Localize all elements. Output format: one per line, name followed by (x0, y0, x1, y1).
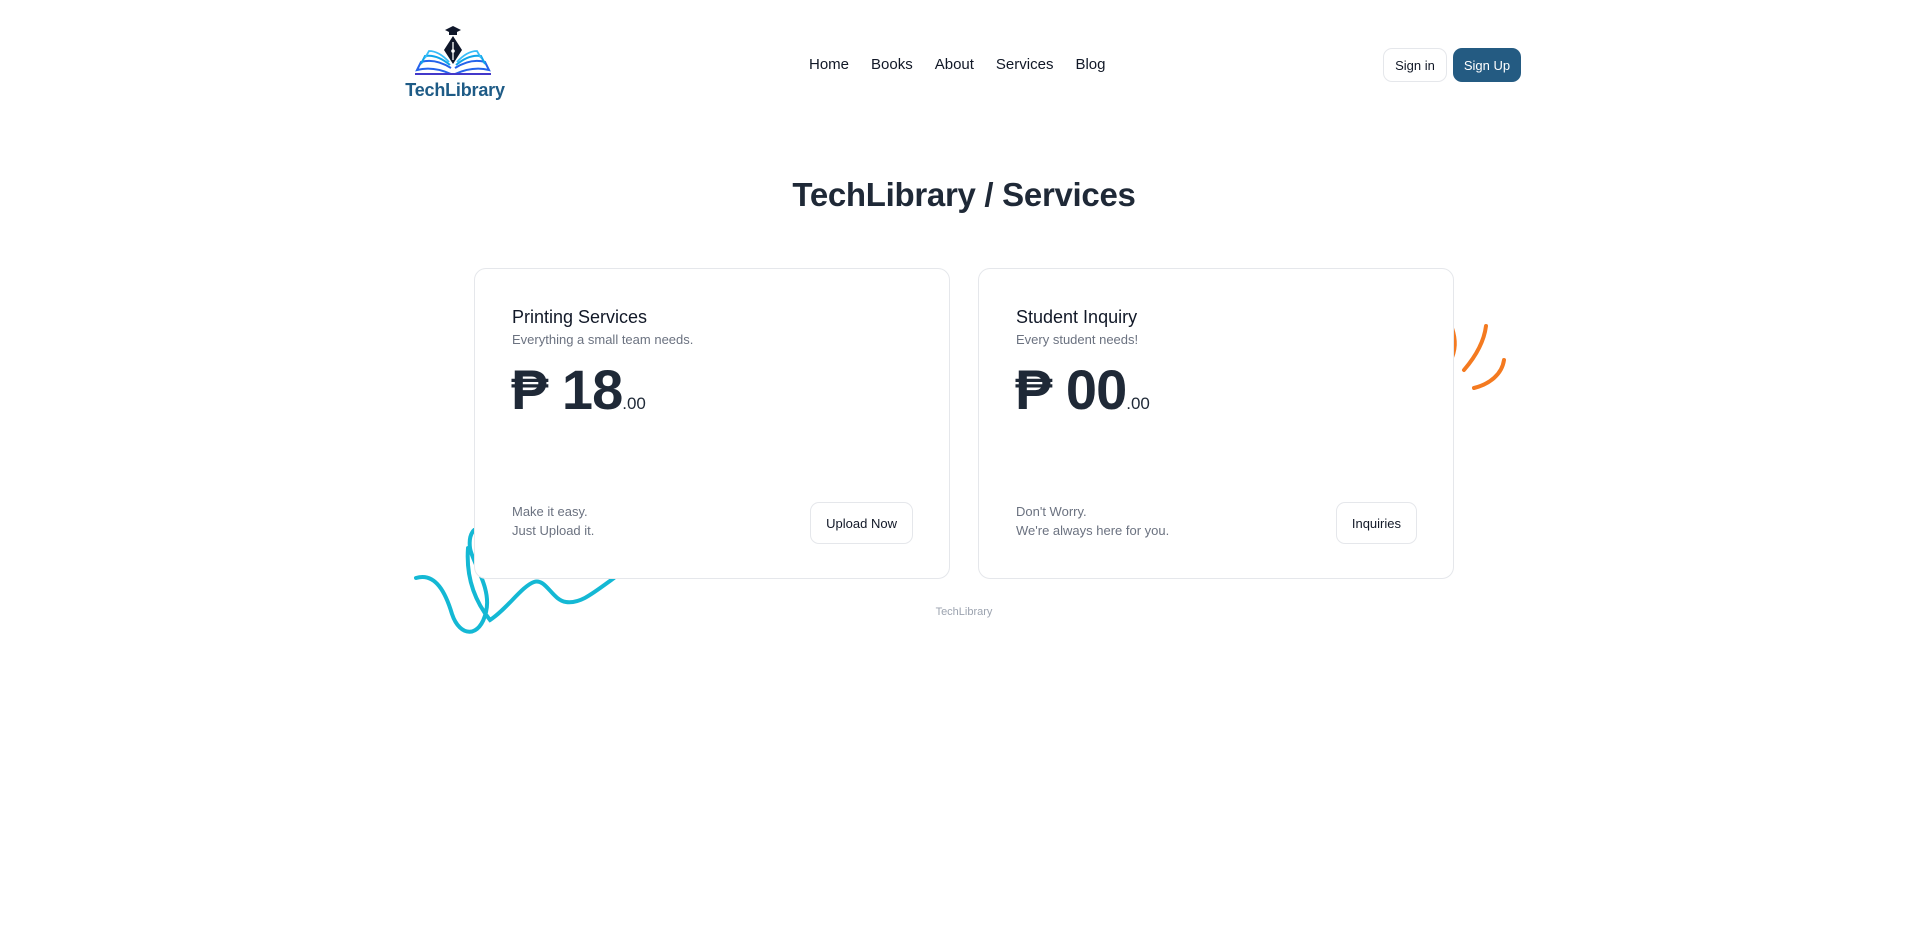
card-title: Student Inquiry (1016, 307, 1138, 327)
card-price: ₱ 00.00 (1015, 359, 1150, 421)
card-note-line: We're always here for you. (1016, 523, 1170, 538)
price-spacer (1051, 358, 1066, 421)
card-note-line: Just Upload it. (512, 523, 595, 538)
footer-text: TechLibrary (935, 606, 993, 618)
sign-in-button[interactable]: Sign in (1383, 48, 1447, 82)
card-subtitle: Every student needs! (1016, 332, 1139, 347)
price-cents: .00 (1126, 394, 1150, 413)
card-note: Don't Worry. We're always here for you. (1016, 502, 1169, 540)
nav-about[interactable]: About (935, 54, 974, 76)
orange-sparkle-decoration (1448, 324, 1506, 390)
inquiries-button[interactable]: Inquiries (1335, 502, 1417, 544)
nav-books[interactable]: Books (871, 54, 913, 76)
logo-link[interactable]: TechLibrary (405, 24, 505, 104)
logo-text: TechLibrary (405, 80, 505, 100)
price-currency: ₱ (511, 358, 548, 421)
upload-now-button[interactable]: Upload Now (810, 502, 913, 544)
card-price: ₱ 18.00 (511, 359, 646, 421)
card-title: Printing Services (512, 307, 648, 327)
nav-home[interactable]: Home (809, 54, 849, 76)
price-amount: 00 (1065, 358, 1127, 421)
card-note: Make it easy. Just Upload it. (512, 502, 594, 540)
nav-services[interactable]: Services (996, 54, 1054, 76)
pricing-card-printing: Printing Services Everything a small tea… (474, 268, 950, 579)
main-nav: Home Books About Services Blog (809, 54, 1105, 76)
open-book-logo-icon (415, 26, 491, 75)
card-note-line: Make it easy. (512, 504, 588, 519)
card-note-line: Don't Worry. (1016, 504, 1087, 519)
site-header: TechLibrary Home Books About Services Bl… (0, 0, 1912, 130)
price-cents: .00 (622, 394, 646, 413)
pricing-card-inquiry: Student Inquiry Every student needs! ₱ 0… (978, 268, 1454, 579)
price-currency: ₱ (1015, 358, 1052, 421)
page-title: TechLibrary / Services (792, 176, 1136, 213)
price-spacer (547, 358, 562, 421)
price-amount: 18 (561, 358, 623, 421)
nav-blog[interactable]: Blog (1075, 54, 1105, 76)
sign-up-button[interactable]: Sign Up (1453, 48, 1521, 82)
card-subtitle: Everything a small team needs. (512, 332, 694, 347)
